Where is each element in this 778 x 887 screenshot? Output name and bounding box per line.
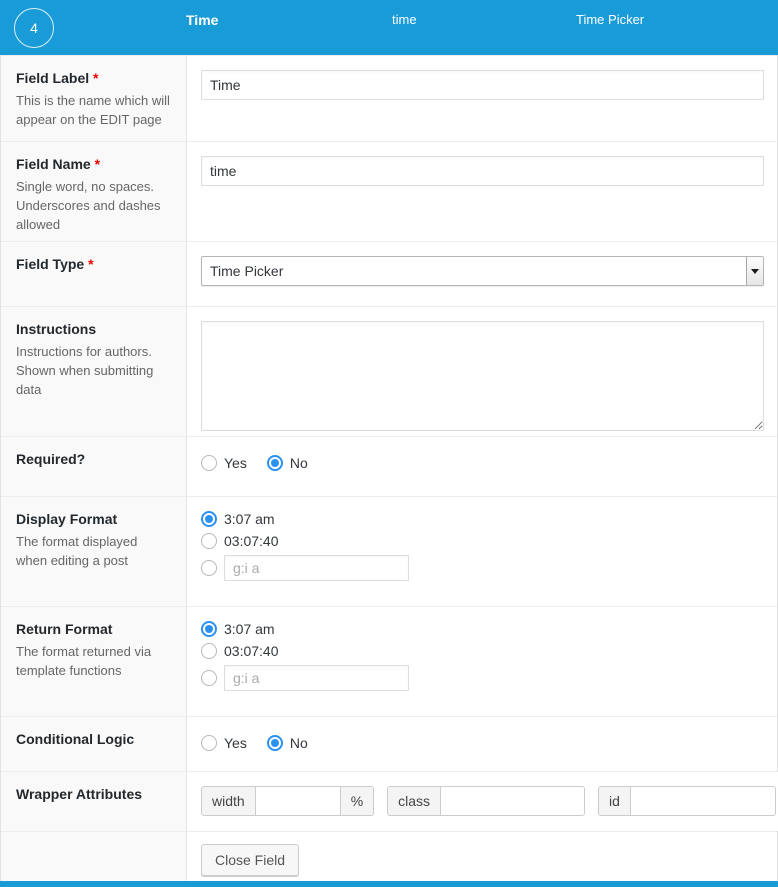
display-format-title: Display Format (16, 511, 171, 527)
required-asterisk: * (93, 70, 98, 86)
return-format-custom-input[interactable] (224, 665, 409, 691)
required-no-radio[interactable]: No (267, 455, 308, 471)
wrapper-width-group: width % (201, 786, 374, 816)
instructions-row: Instructions Instructions for authors. S… (1, 306, 777, 436)
field-type-select[interactable]: Time Picker (201, 256, 764, 286)
required-asterisk: * (88, 256, 93, 272)
close-field-button[interactable]: Close Field (201, 844, 299, 876)
display-format-option-2[interactable]: 03:07:40 (201, 533, 764, 549)
field-type-info: Field Type * (1, 242, 187, 306)
return-format-description: The format returned via template functio… (16, 643, 171, 681)
wrapper-width-label: width (202, 787, 255, 815)
wrapper-class-input[interactable] (440, 787, 584, 815)
field-order-cell: 4 (0, 0, 186, 55)
radio-unselected-icon (201, 533, 217, 549)
radio-unselected-icon (201, 643, 217, 659)
display-format-option-1[interactable]: 3:07 am (201, 511, 764, 527)
field-name-title: Field Name * (16, 156, 171, 172)
field-label-info: Field Label * This is the name which wil… (1, 56, 187, 141)
required-asterisk: * (95, 156, 100, 172)
radio-unselected-icon (201, 560, 217, 576)
instructions-info: Instructions Instructions for authors. S… (1, 307, 187, 436)
radio-unselected-icon (201, 735, 217, 751)
field-header-name: time (392, 0, 576, 55)
wrapper-id-group: id (598, 786, 776, 816)
return-format-title: Return Format (16, 621, 171, 637)
field-settings-panel: 4 Time time Time Picker Field Label * Th… (0, 0, 778, 887)
field-header-type: Time Picker (576, 0, 778, 55)
instructions-description: Instructions for authors. Shown when sub… (16, 343, 171, 400)
wrapper-class-label: class (388, 787, 440, 815)
radio-selected-icon (267, 735, 283, 751)
conditional-logic-no-label: No (290, 735, 308, 751)
instructions-textarea[interactable] (201, 321, 764, 431)
conditional-logic-yes-radio[interactable]: Yes (201, 735, 247, 751)
radio-selected-icon (201, 621, 217, 637)
field-type-row: Field Type * Time Picker (1, 241, 777, 306)
required-yes-radio[interactable]: Yes (201, 455, 247, 471)
field-name-description: Single word, no spaces. Underscores and … (16, 178, 171, 235)
close-field-spacer (1, 832, 187, 881)
return-format-option-2[interactable]: 03:07:40 (201, 643, 764, 659)
field-label-input[interactable] (201, 70, 764, 100)
radio-unselected-icon (201, 455, 217, 471)
return-format-option-1[interactable]: 3:07 am (201, 621, 764, 637)
return-format-row: Return Format The format returned via te… (1, 606, 777, 716)
conditional-logic-title: Conditional Logic (16, 731, 171, 747)
return-format-option-1-label: 3:07 am (224, 621, 275, 637)
field-header-label: Time (186, 0, 392, 55)
required-row: Required? Yes No (1, 436, 777, 496)
required-info: Required? (1, 437, 187, 496)
conditional-logic-no-radio[interactable]: No (267, 735, 308, 751)
display-format-option-1-label: 3:07 am (224, 511, 275, 527)
display-format-option-custom[interactable] (201, 555, 764, 581)
field-header[interactable]: 4 Time time Time Picker (0, 0, 778, 55)
wrapper-class-group: class (387, 786, 585, 816)
required-title: Required? (16, 451, 171, 467)
instructions-title: Instructions (16, 321, 171, 337)
wrapper-id-label: id (599, 787, 630, 815)
select-dropdown-arrow[interactable] (746, 257, 763, 285)
wrapper-attributes-title: Wrapper Attributes (16, 786, 171, 802)
display-format-custom-input[interactable] (224, 555, 409, 581)
wrapper-id-input[interactable] (630, 787, 775, 815)
field-order-handle[interactable]: 4 (14, 8, 54, 48)
close-field-row: Close Field (1, 831, 777, 881)
return-format-option-custom[interactable] (201, 665, 764, 691)
display-format-row: Display Format The format displayed when… (1, 496, 777, 606)
required-no-label: No (290, 455, 308, 471)
conditional-logic-yes-label: Yes (224, 735, 247, 751)
field-name-input[interactable] (201, 156, 764, 186)
display-format-description: The format displayed when editing a post (16, 533, 171, 571)
return-format-info: Return Format The format returned via te… (1, 607, 187, 716)
field-label-title: Field Label * (16, 70, 171, 86)
field-label-description: This is the name which will appear on th… (16, 92, 171, 130)
chevron-down-icon (751, 269, 759, 274)
conditional-logic-info: Conditional Logic (1, 717, 187, 771)
return-format-option-2-label: 03:07:40 (224, 643, 279, 659)
display-format-info: Display Format The format displayed when… (1, 497, 187, 606)
radio-selected-icon (267, 455, 283, 471)
next-field-header-strip[interactable] (0, 881, 778, 887)
wrapper-attributes-row: Wrapper Attributes width % class id (1, 771, 777, 831)
wrapper-width-input[interactable] (255, 787, 341, 815)
radio-unselected-icon (201, 670, 217, 686)
required-yes-label: Yes (224, 455, 247, 471)
field-name-row: Field Name * Single word, no spaces. Und… (1, 141, 777, 241)
display-format-option-2-label: 03:07:40 (224, 533, 279, 549)
field-label-row: Field Label * This is the name which wil… (1, 55, 777, 141)
wrapper-attributes-info: Wrapper Attributes (1, 772, 187, 831)
conditional-logic-row: Conditional Logic Yes No (1, 716, 777, 771)
radio-selected-icon (201, 511, 217, 527)
field-type-title: Field Type * (16, 256, 171, 272)
field-name-info: Field Name * Single word, no spaces. Und… (1, 142, 187, 241)
wrapper-width-suffix: % (341, 787, 373, 815)
field-type-selected-value: Time Picker (202, 263, 283, 279)
